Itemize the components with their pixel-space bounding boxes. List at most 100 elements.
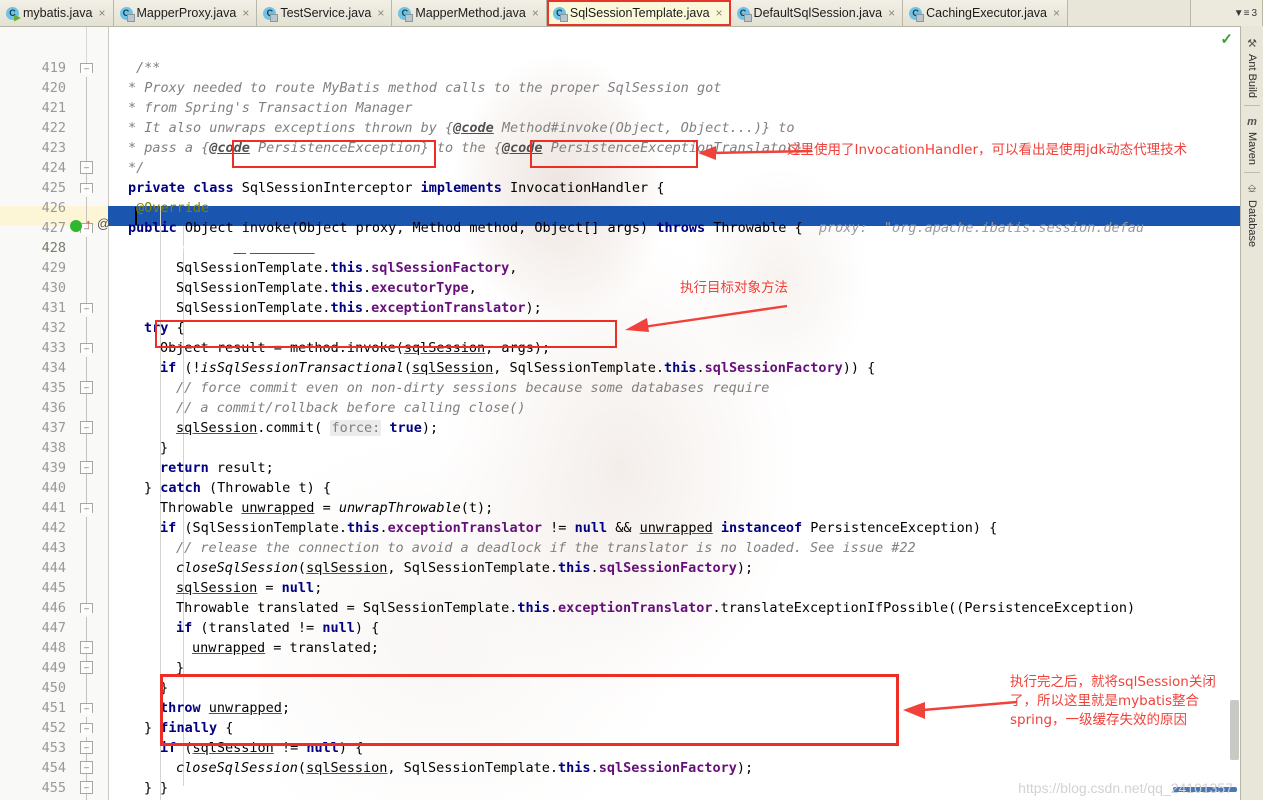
tab-label: TestService.java — [280, 6, 372, 20]
tab-label: mybatis.java — [23, 6, 93, 20]
fold-marker[interactable]: – — [80, 741, 93, 754]
code-line-444: closeSqlSession(sqlSession, SqlSessionTe… — [176, 560, 754, 576]
close-icon[interactable]: × — [716, 6, 723, 20]
editor-tab-mapperproxy[interactable]: C MapperProxy.java × — [113, 0, 258, 26]
editor-tab-defaultsqlsession[interactable]: C DefaultSqlSession.java × — [730, 0, 904, 26]
close-icon[interactable]: × — [98, 6, 105, 20]
java-class-run-icon: C — [6, 6, 19, 20]
tab-label: MapperProxy.java — [136, 6, 237, 20]
line-number: 424 — [41, 160, 66, 176]
fold-marker[interactable]: – — [80, 461, 93, 474]
fold-marker[interactable]: – — [80, 341, 93, 354]
close-icon[interactable]: × — [1053, 6, 1060, 20]
java-class-icon: C — [736, 6, 752, 22]
annotation-close-session-line3: spring，一级缓存失效的原因 — [1010, 712, 1188, 728]
tab-label: SqlSessionTemplate.java — [569, 6, 710, 20]
line-number: 423 — [41, 140, 66, 156]
tool-window-label: Maven — [1246, 132, 1258, 166]
close-icon[interactable]: × — [242, 6, 249, 20]
close-icon[interactable]: × — [532, 6, 539, 20]
line-number: 453 — [41, 740, 66, 756]
line-number: 432 — [41, 320, 66, 336]
line-number: 441 — [41, 500, 66, 516]
tab-list-icon: ▼≡ — [1233, 7, 1250, 19]
tab-label: DefaultSqlSession.java — [753, 6, 883, 20]
param-hint-force: force: — [330, 420, 382, 436]
code-line-437: sqlSession.commit( force: true); — [176, 420, 439, 436]
fold-marker[interactable]: – — [80, 661, 93, 674]
editor-tab-mybatis[interactable]: C mybatis.java × — [0, 0, 114, 26]
close-icon[interactable]: × — [377, 6, 384, 20]
close-icon[interactable]: × — [888, 6, 895, 20]
line-number: 427 — [41, 220, 66, 236]
code-line-424: */ — [128, 160, 145, 176]
editor-tab-testservice[interactable]: C TestService.java × — [257, 0, 393, 26]
tool-window-ant-build[interactable]: ⚒ Ant Build — [1244, 30, 1260, 102]
code-line-447: if (translated != null) { — [176, 620, 380, 636]
line-number: 438 — [41, 440, 66, 456]
line-number: 429 — [41, 260, 66, 276]
tool-window-label: Database — [1246, 200, 1258, 248]
line-number: 430 — [41, 280, 66, 296]
line-number: 444 — [41, 560, 66, 576]
code-line-439: return result; — [160, 460, 274, 476]
fold-marker[interactable]: – — [80, 181, 93, 194]
fold-marker[interactable]: – — [80, 721, 93, 734]
line-number: 450 — [41, 680, 66, 696]
line-number: 452 — [41, 720, 66, 736]
line-number: 437 — [41, 420, 66, 436]
inspection-status-icon[interactable]: ✓ — [1220, 30, 1233, 48]
tab-label: CachingExecutor.java — [926, 6, 1048, 20]
fold-marker[interactable]: – — [80, 501, 93, 514]
fold-marker[interactable]: – — [80, 421, 93, 434]
override-method-icon[interactable] — [70, 220, 82, 232]
line-number: 446 — [41, 600, 66, 616]
line-number: 433 — [41, 340, 66, 356]
line-number-current: 428 — [41, 240, 66, 256]
java-class-icon: C — [398, 6, 414, 22]
code-line-429: SqlSessionTemplate.this.sqlSessionFactor… — [176, 260, 518, 276]
tab-overflow-button[interactable]: ▼≡ 3 — [1191, 0, 1263, 26]
annotation-arrow-close-session — [903, 700, 1018, 719]
code-line-419: /** — [136, 60, 161, 76]
code-line-433: Object result = method.invoke(sqlSession… — [160, 340, 551, 356]
implements-arrow-icon[interactable]: ↑ — [85, 217, 92, 230]
line-number: 449 — [41, 660, 66, 676]
fold-marker[interactable]: – — [80, 61, 93, 74]
tool-window-maven[interactable]: m Maven — [1244, 109, 1260, 169]
ant-build-icon: ⚒ — [1247, 38, 1257, 50]
java-class-icon: C — [119, 6, 135, 22]
java-class-icon: C — [909, 6, 925, 22]
fold-marker[interactable]: – — [80, 301, 93, 314]
line-number: 421 — [41, 100, 66, 116]
maven-icon: m — [1247, 116, 1257, 129]
line-number: 440 — [41, 480, 66, 496]
code-line-440: } catch (Throwable t) { — [144, 480, 331, 496]
line-number: 419 — [41, 60, 66, 76]
fold-marker[interactable]: – — [80, 701, 93, 714]
database-icon: ⎒ — [1247, 183, 1257, 196]
line-number: 451 — [41, 700, 66, 716]
horizontal-scrollbar-thumb[interactable] — [1173, 787, 1237, 792]
tab-label: MapperMethod.java — [415, 6, 526, 20]
fold-marker[interactable]: – — [80, 641, 93, 654]
code-line-421: * from Spring's Transaction Manager — [128, 100, 413, 116]
fold-marker[interactable]: – — [80, 161, 93, 174]
tab-bar-spacer — [1068, 0, 1191, 26]
fold-marker[interactable]: – — [80, 381, 93, 394]
code-line-453: if (sqlSession != null) { — [160, 740, 364, 756]
line-number: 435 — [41, 380, 66, 396]
vertical-scrollbar-thumb[interactable] — [1230, 700, 1239, 760]
code-line-436: // a commit/rollback before calling clos… — [176, 400, 526, 416]
editor-tab-sqlsessiontemplate[interactable]: C SqlSessionTemplate.java × — [546, 0, 731, 26]
editor-tab-mappermethod[interactable]: C MapperMethod.java × — [392, 0, 547, 26]
divider — [1244, 105, 1260, 107]
editor-tab-cachingexecutor[interactable]: C CachingExecutor.java × — [903, 0, 1069, 26]
ide-window: C mybatis.java × C MapperProxy.java × C … — [0, 0, 1263, 800]
fold-marker[interactable]: – — [80, 601, 93, 614]
code-line-456-text: } — [144, 780, 153, 796]
line-number: 445 — [41, 580, 66, 596]
code-line-442: if (SqlSessionTemplate.this.exceptionTra… — [160, 520, 998, 536]
tool-window-database[interactable]: ⎒ Database — [1244, 176, 1260, 251]
editor-tab-bar: C mybatis.java × C MapperProxy.java × C … — [0, 0, 1263, 27]
